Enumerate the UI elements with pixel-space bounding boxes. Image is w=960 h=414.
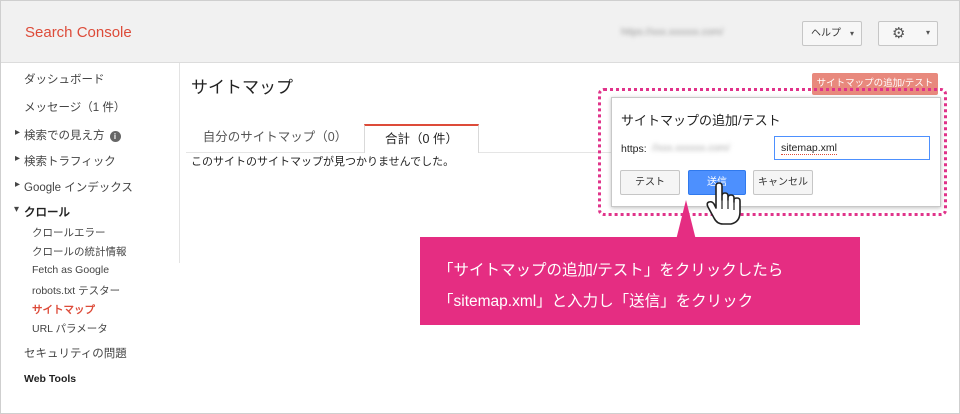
help-label: ヘルプ [811,28,841,39]
sidebar-item-crawl[interactable]: クロール [14,204,70,220]
tab-my-sitemaps[interactable]: 自分のサイトマップ（0） [186,124,364,153]
callout-line-2: 「sitemap.xml」と入力し「送信」をクリック [438,293,754,310]
chevron-down-icon: ▾ [849,29,854,38]
tab-divider [479,152,614,153]
test-button[interactable]: テスト [620,170,680,195]
page-title: サイトマップ [191,78,293,97]
sidebar-item-dashboard[interactable]: ダッシュボード [24,71,105,87]
account-email: https://xxx.xxxxxx.com/ [621,27,724,38]
callout-pointer [676,200,696,240]
sidebar-subitem-fetch-as-google[interactable]: Fetch as Google [32,264,109,276]
empty-message: このサイトのサイトマップが見つかりませんでした。 [191,156,455,168]
sidebar-item-search-appearance[interactable]: 検索での見え方 i [15,127,121,143]
sitemap-path-input[interactable]: sitemap.xml [774,136,930,160]
sidebar-item-search-traffic[interactable]: 検索トラフィック [15,153,116,169]
sidebar-item-web-tools[interactable]: Web Tools [24,373,76,385]
help-button[interactable]: ヘルプ ▾ [802,21,862,46]
gear-icon: ⚙ [892,25,906,42]
url-prefix: https: [621,143,647,155]
url-domain: //xxx.xxxxxx.com/ [652,143,730,154]
info-icon[interactable]: i [109,131,121,142]
sidebar-item-security[interactable]: セキュリティの問題 [24,345,127,361]
sidebar-subitem-url-parameters[interactable]: URL パラメータ [32,321,108,336]
brand-logo[interactable]: Search Console [25,24,132,41]
callout-line-1: 「サイトマップの追加/テスト」をクリックしたら [438,262,784,279]
sidebar-subitem-robots-tester[interactable]: robots.txt テスター [32,283,120,298]
sidebar-item-google-index[interactable]: Google インデックス [15,179,133,195]
cancel-button[interactable]: キャンセル [753,170,813,195]
callout-box [420,237,860,325]
sidebar-subitem-crawl-errors[interactable]: クロールエラー [32,225,106,240]
settings-button[interactable]: ⚙ ▾ [878,21,938,46]
tab-all-sitemaps[interactable]: 合計（0 件） [364,124,479,153]
sidebar-subitem-sitemaps[interactable]: サイトマップ [32,302,95,317]
hand-pointer-icon [706,182,741,225]
dialog-title: サイトマップの追加/テスト [621,113,781,128]
sidebar-item-messages[interactable]: メッセージ（1 件） [24,99,125,115]
sitemap-path-value: sitemap.xml [781,142,838,155]
top-bar: Search Console https://xxx.xxxxxx.com/ ヘ… [1,1,959,63]
add-sitemap-dialog: サイトマップの追加/テスト https: //xxx.xxxxxx.com/ s… [611,97,941,207]
sidebar-item-label: 検索での見え方 [24,130,105,142]
sidebar-subitem-crawl-stats[interactable]: クロールの統計情報 [32,244,127,259]
chevron-down-icon: ▾ [925,28,930,37]
